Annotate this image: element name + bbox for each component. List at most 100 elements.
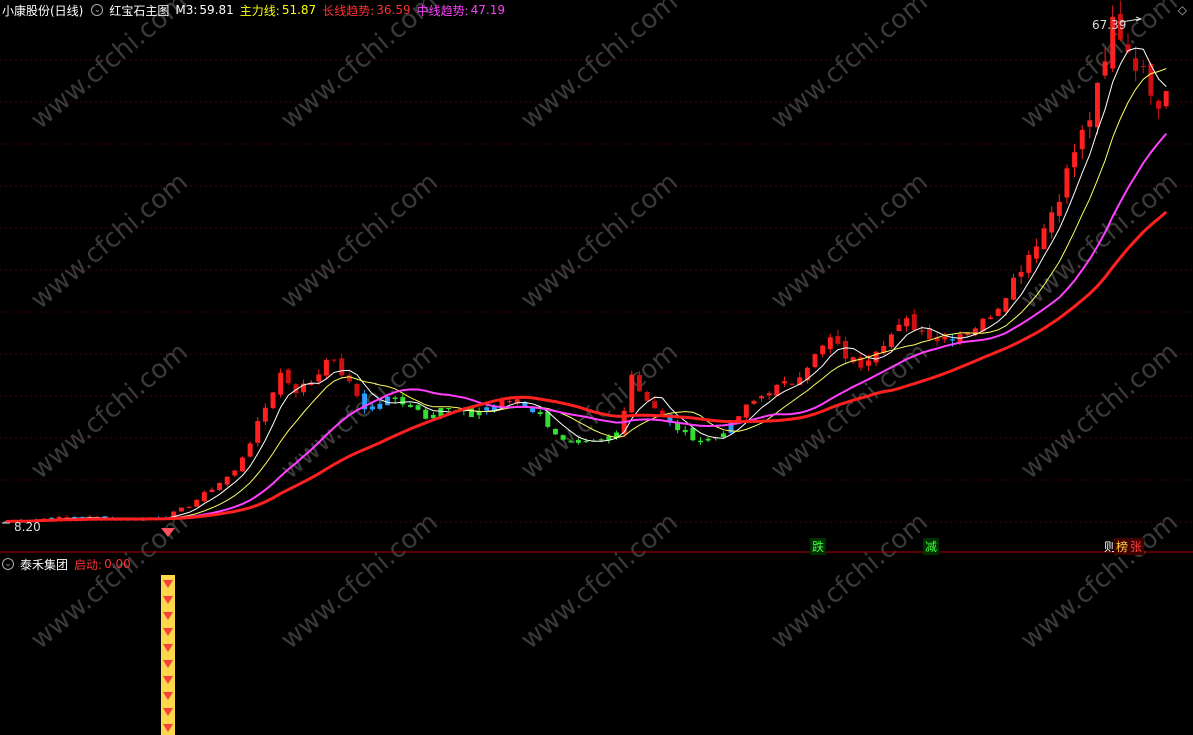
collapse-diamond-icon[interactable]: ◇ [1178,3,1187,17]
candle-body [1041,228,1047,250]
candle-body [552,428,558,435]
candle-body [636,375,642,392]
chart-canvas: www.cfchi.com www.cfchi.com www.cfchi.com w… [0,0,1193,735]
candle-body [720,433,726,438]
candle-body [1102,61,1108,76]
candle-body [407,405,413,407]
candle-body [888,334,894,347]
candle-body [400,397,406,405]
candle-body [339,358,345,376]
candle-body [629,374,635,413]
candle-body [278,372,284,395]
candle-body [675,423,681,431]
candle-body [323,360,329,376]
candle-body [232,470,238,476]
candle-body [1018,271,1024,277]
candle-body [1026,255,1032,273]
candle-body [919,330,925,332]
stock-name[interactable]: 小康股份(日线) [2,2,83,19]
candle-body [423,409,429,419]
candle-body [949,339,955,341]
candle-body [652,401,658,409]
candle-body [820,345,826,355]
candle-body [865,360,871,366]
candle-body [1079,129,1085,150]
candle-body [1072,152,1078,168]
candle-body [1140,65,1146,67]
candle-body [446,408,452,410]
m3-label: M3: [175,3,198,17]
candle-body [835,335,841,344]
sub-dropdown-circle-icon[interactable]: ⌄ [2,558,14,570]
candle-body [1163,91,1169,107]
candle-body [942,336,948,340]
candle-body [751,400,757,404]
sub-indicator-name[interactable]: 泰禾集团 [20,556,68,573]
launch-value: 0.00 [104,557,131,571]
mid-trend-label: 中线趋势: [416,3,469,18]
ma-line-m3 [5,47,1167,523]
candle-body [178,507,184,512]
watermark-text: www.cfchi.com [25,337,194,485]
watermark-text: www.cfchi.com [1015,507,1184,655]
candle-body [1033,246,1039,259]
candle-body [827,337,833,350]
candle-body [904,318,910,327]
candle-body [766,393,772,396]
candle-body [896,324,902,332]
watermark-text: www.cfchi.com [515,167,684,315]
candle-body [392,397,398,399]
candle-body [774,384,780,396]
candle-body [843,340,849,359]
watermark-text: www.cfchi.com [25,0,194,135]
main-force-value: 51.87 [281,3,317,17]
indicator-name[interactable]: 红宝石主图 [109,2,169,19]
sub-header: ⌄ 泰禾集团 启动: 0.00 [0,555,137,573]
candle-body [682,429,688,433]
candle-body [560,435,566,440]
candle-body [64,516,70,518]
watermark-text: www.cfchi.com [275,507,444,655]
candle-body [369,406,375,410]
low-price-label: 8.20 [14,520,41,534]
candle-body [911,314,917,331]
watermark-text: www.cfchi.com [765,0,934,135]
candle-body [1056,201,1062,216]
candle-body [965,333,971,336]
watermark-text: www.cfchi.com [515,0,684,135]
candle-body [537,412,543,415]
candle-body [186,506,192,508]
watermark-text: www.cfchi.com [25,167,194,315]
candle-body [385,396,390,406]
main-force-label: 主力线: [239,3,280,18]
candle-body [201,492,207,502]
candle-body [1133,58,1139,71]
moving-average-lines [5,47,1168,524]
dropdown-circle-icon[interactable]: ⌄ [91,4,104,16]
signal-die: 跌 [810,538,827,555]
candle-body [659,410,665,415]
candle-body [812,354,818,368]
candle-body [224,476,230,485]
candle-body [262,407,268,422]
candle-body [698,440,703,443]
candle-body [705,438,711,441]
candle-body [209,489,215,492]
watermark-text: www.cfchi.com [275,167,444,315]
candle-body [1156,100,1162,109]
candle-body [239,457,245,472]
watermark-layer: www.cfchi.com www.cfchi.com www.cfchi.com w… [25,0,1184,655]
long-trend-value: 36.59 [376,3,411,17]
watermark-text: www.cfchi.com [765,167,934,315]
candle-body [644,391,650,401]
ma-line-main-force [5,68,1167,523]
candle-body [568,441,574,443]
candle-body [1064,168,1070,198]
mid-trend-value: 47.19 [470,3,505,17]
candle-body [1049,212,1055,233]
candle-body [789,383,795,385]
watermark-text: www.cfchi.com [765,507,934,655]
candle-body [354,383,360,397]
candle-body [575,439,581,443]
main-header: 小康股份(日线) ⌄ 红宝石主图 M3: 59.81 主力线: 51.87 长线… [0,1,511,19]
